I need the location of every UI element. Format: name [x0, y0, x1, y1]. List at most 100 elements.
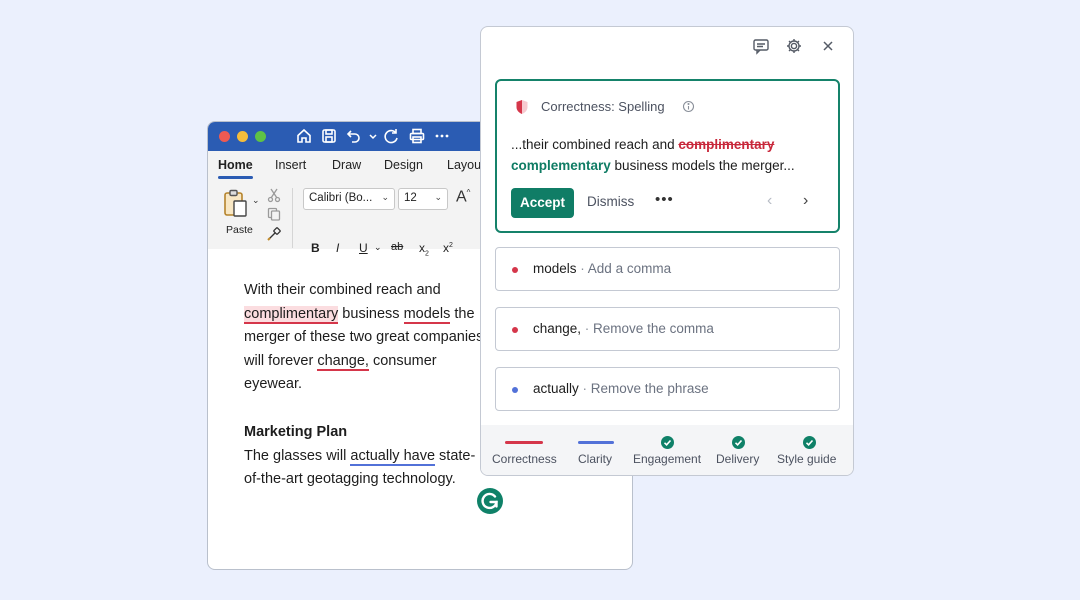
- dismiss-button[interactable]: Dismiss: [587, 194, 634, 209]
- minimize-window-button[interactable]: [237, 131, 248, 142]
- tab-insert[interactable]: Insert: [275, 158, 306, 172]
- save-icon[interactable]: [319, 126, 339, 146]
- clarity-bar: [578, 441, 614, 444]
- home-icon[interactable]: [294, 126, 314, 146]
- grammarly-panel: Correctness: Spelling ...their combined …: [480, 26, 854, 476]
- suggestion-card-actually[interactable]: actually · Remove the phrase: [495, 367, 840, 411]
- context-after: business models the merger...: [610, 157, 795, 173]
- grow-font-button[interactable]: A^: [456, 188, 470, 206]
- suggestion-category: Correctness: Spelling: [541, 99, 665, 114]
- font-size-value: 12: [404, 192, 417, 204]
- paragraph-2: The glasses will actually have state-of-…: [244, 445, 484, 492]
- correctness-dot-icon: [512, 267, 518, 273]
- font-size-select[interactable]: 12 ⌄: [398, 188, 448, 210]
- info-icon[interactable]: [682, 100, 695, 113]
- bold-button[interactable]: B: [311, 241, 320, 255]
- category-correctness[interactable]: Correctness: [491, 425, 561, 475]
- checkmark-icon: [803, 436, 816, 449]
- flagged-phrase-actually-have[interactable]: actually have: [350, 447, 436, 466]
- tab-draw[interactable]: Draw: [332, 158, 361, 172]
- replacement-word[interactable]: complementary: [511, 158, 611, 173]
- suggestion-word: models: [533, 261, 577, 276]
- subscript-button[interactable]: x2: [419, 241, 429, 257]
- undo-dropdown-chevron-icon[interactable]: [363, 126, 377, 146]
- paragraph-1: With their combined reach and compliment…: [244, 279, 484, 397]
- suggestion-hint: Add a comma: [587, 261, 672, 276]
- suggestion-hint: Remove the phrase: [590, 381, 709, 396]
- doc-text: With their combined reach and: [244, 282, 441, 298]
- suggestion-card-models[interactable]: models · Add a comma: [495, 247, 840, 291]
- cut-icon[interactable]: [266, 187, 282, 203]
- correctness-bar: [505, 441, 543, 444]
- context-before: ...their combined reach and: [511, 137, 679, 152]
- doc-text: business: [338, 305, 404, 322]
- strikethrough-button[interactable]: ab: [391, 241, 403, 253]
- correctness-shield-icon: [515, 99, 529, 115]
- checkmark-icon: [732, 436, 745, 449]
- document-body[interactable]: With their combined reach and compliment…: [244, 279, 484, 492]
- superscript-button[interactable]: x2: [443, 241, 453, 255]
- chevron-down-icon: ⌄: [381, 192, 389, 202]
- category-label: Style guide: [777, 452, 837, 466]
- correctness-dot-icon: [512, 327, 518, 333]
- tab-home[interactable]: Home: [218, 158, 253, 172]
- undo-icon[interactable]: [344, 126, 364, 146]
- category-label: Delivery: [716, 452, 760, 466]
- summary-separator: ·: [581, 321, 594, 336]
- suggestion-word: actually: [533, 381, 579, 396]
- italic-button[interactable]: I: [336, 241, 339, 255]
- close-icon[interactable]: [819, 37, 837, 55]
- tab-layout[interactable]: Layou: [447, 158, 481, 172]
- copy-icon[interactable]: [266, 206, 282, 222]
- gear-icon[interactable]: [785, 37, 803, 55]
- suggestion-summary: models · Add a comma: [533, 261, 671, 276]
- font-name-select[interactable]: Calibri (Bo... ⌄: [303, 188, 395, 210]
- category-label: Correctness: [492, 452, 557, 466]
- checkmark-icon: [661, 436, 674, 449]
- clarity-dot-icon: [512, 387, 518, 393]
- print-icon[interactable]: [407, 126, 427, 146]
- format-painter-icon[interactable]: [266, 226, 282, 242]
- more-options-icon[interactable]: [432, 126, 452, 146]
- suggestion-word: change,: [533, 321, 582, 336]
- category-engagement[interactable]: Engagement: [633, 425, 705, 475]
- category-label: Engagement: [633, 452, 702, 466]
- score-categories-footer: Correctness Clarity Engagement Delivery …: [481, 425, 853, 475]
- category-clarity[interactable]: Clarity: [573, 425, 623, 475]
- suggestion-card-change[interactable]: change, · Remove the comma: [495, 307, 840, 351]
- summary-separator: ·: [576, 261, 588, 276]
- active-tab-indicator: [218, 176, 253, 179]
- font-name-value: Calibri (Bo...: [309, 192, 373, 204]
- feedback-icon[interactable]: [752, 37, 770, 55]
- tab-design[interactable]: Design: [384, 158, 423, 172]
- ribbon-divider: [292, 188, 293, 248]
- flagged-word-change[interactable]: change,: [317, 352, 369, 371]
- suggestion-summary: actually · Remove the phrase: [533, 381, 709, 396]
- misspelled-word[interactable]: complimentary: [244, 305, 339, 324]
- paste-label[interactable]: Paste: [226, 224, 253, 236]
- previous-suggestion-chevron-icon[interactable]: ‹: [767, 192, 772, 210]
- next-suggestion-chevron-icon[interactable]: ›: [803, 192, 808, 210]
- more-options-button[interactable]: •••: [655, 191, 674, 208]
- suggestion-summary: change, · Remove the comma: [533, 321, 714, 336]
- underline-dropdown-chevron-icon[interactable]: ⌄: [374, 242, 382, 253]
- suggestion-context: ...their combined reach and complimentar…: [511, 135, 831, 176]
- chevron-down-icon: ⌄: [434, 192, 442, 202]
- close-window-button[interactable]: [219, 131, 230, 142]
- redo-icon[interactable]: [381, 126, 401, 146]
- underline-button[interactable]: U: [359, 241, 368, 255]
- accept-button[interactable]: Accept: [511, 188, 574, 218]
- category-label: Clarity: [578, 452, 613, 466]
- category-style-guide[interactable]: Style guide: [777, 425, 841, 475]
- grow-font-label: A: [456, 188, 467, 206]
- grammarly-logo-icon[interactable]: [477, 488, 503, 514]
- category-delivery[interactable]: Delivery: [716, 425, 762, 475]
- summary-separator: ·: [578, 381, 591, 396]
- zoom-window-button[interactable]: [255, 131, 266, 142]
- suggestion-card-spelling[interactable]: Correctness: Spelling ...their combined …: [495, 79, 840, 233]
- flagged-word-models[interactable]: models: [403, 305, 451, 324]
- paste-dropdown-chevron-icon[interactable]: ⌄: [252, 195, 260, 206]
- clipboard-icon[interactable]: [222, 188, 250, 220]
- incorrect-word: complimentary: [678, 137, 775, 152]
- suggestion-hint: Remove the comma: [593, 321, 714, 336]
